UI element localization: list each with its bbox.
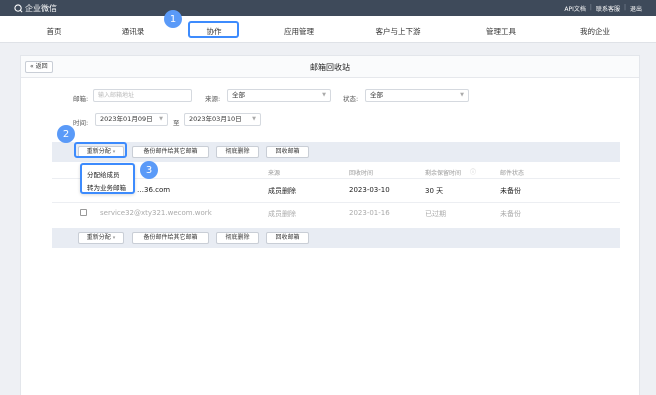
row-recycle-time: 2023-03-10 bbox=[349, 186, 390, 194]
date-from-select[interactable]: 2023年01月09日 ▼ bbox=[95, 113, 168, 126]
row-mail-status: 未备份 bbox=[500, 187, 521, 195]
contact-support-link[interactable]: 联系客服 bbox=[596, 4, 620, 13]
chevron-down-icon: ▼ bbox=[322, 92, 326, 98]
row-divider bbox=[52, 202, 620, 203]
active-tab-highlight bbox=[188, 21, 239, 38]
column-header-mail-status: 邮件状态 bbox=[500, 170, 525, 177]
status-select[interactable]: 全部 ▼ bbox=[365, 89, 469, 102]
app-logo[interactable]: 企业微信 bbox=[14, 3, 57, 14]
nav-item-my-company[interactable]: 我的企业 bbox=[580, 26, 610, 37]
chevron-down-icon: ▼ bbox=[252, 116, 256, 122]
date-to-select[interactable]: 2023年03月10日 ▼ bbox=[184, 113, 261, 126]
actions-toolbar-bottom: 重新分配 ▾ 备份邮件给其它邮箱 彻底删除 回收邮箱 bbox=[52, 228, 620, 248]
chevron-down-icon: ▼ bbox=[460, 92, 464, 98]
app-name: 企业微信 bbox=[25, 4, 57, 13]
date-from-value: 2023年01月09日 bbox=[100, 115, 153, 123]
date-to-value: 2023年03月10日 bbox=[189, 115, 242, 123]
reassign-dropdown-button[interactable]: 重新分配 ▾ bbox=[78, 232, 124, 244]
info-icon: ⓘ bbox=[470, 169, 477, 176]
nav-item-contacts[interactable]: 通讯录 bbox=[122, 26, 145, 37]
menu-item-convert-to-business-mailbox[interactable]: 转为业务邮箱 bbox=[87, 182, 126, 192]
row-source: 成员删除 bbox=[268, 210, 296, 218]
row-email: service32@xty321.wecom.work bbox=[100, 209, 212, 217]
nav-item-home[interactable]: 首页 bbox=[47, 26, 62, 37]
chevron-down-icon: ▼ bbox=[159, 116, 163, 122]
recover-mailbox-button[interactable]: 回收邮箱 bbox=[266, 146, 309, 158]
column-header-recycle-time: 回收时间 bbox=[349, 170, 374, 177]
reassign-dropdown-menu: 分配给成员 转为业务邮箱 bbox=[80, 163, 135, 194]
nav-item-customers[interactable]: 客户与上下游 bbox=[376, 26, 421, 37]
wecom-logo-icon bbox=[14, 4, 23, 13]
time-filter-label: 时间: bbox=[73, 119, 89, 127]
reassign-highlight bbox=[74, 142, 127, 158]
email-filter-label: 邮箱: bbox=[73, 95, 89, 103]
recover-mailbox-button[interactable]: 回收邮箱 bbox=[266, 232, 309, 244]
status-select-value: 全部 bbox=[370, 91, 383, 99]
column-header-remaining: 剩余保留时间 bbox=[425, 170, 462, 177]
nav-item-apps[interactable]: 应用管理 bbox=[284, 26, 314, 37]
step-badge-3: 3 bbox=[140, 161, 158, 179]
row-checkbox[interactable] bbox=[80, 209, 87, 216]
api-docs-link[interactable]: API文档 bbox=[564, 4, 586, 13]
logout-link[interactable]: 退出 bbox=[630, 4, 642, 13]
step-badge-2: 2 bbox=[57, 125, 75, 143]
recycle-bin-panel: « 返回 邮箱回收站 bbox=[20, 55, 640, 395]
top-links: API文档 | 联系客服 | 退出 bbox=[564, 4, 642, 13]
actions-toolbar-top: 重新分配 ▾ 备份邮件给其它邮箱 彻底删除 回收邮箱 bbox=[52, 142, 620, 162]
main-nav: 首页 通讯录 协作 应用管理 客户与上下游 管理工具 我的企业 bbox=[0, 16, 656, 43]
panel-header: « 返回 邮箱回收站 bbox=[21, 56, 639, 78]
backup-mail-button[interactable]: 备份邮件给其它邮箱 bbox=[132, 232, 209, 244]
source-select-value: 全部 bbox=[232, 91, 245, 99]
separator: | bbox=[623, 4, 626, 11]
reassign-label: 重新分配 bbox=[86, 234, 111, 241]
permanent-delete-button[interactable]: 彻底删除 bbox=[216, 232, 259, 244]
nav-item-management-tools[interactable]: 管理工具 bbox=[486, 26, 516, 37]
step-badge-1: 1 bbox=[164, 10, 182, 28]
top-bar: 企业微信 API文档 | 联系客服 | 退出 bbox=[0, 0, 656, 16]
menu-item-assign-to-member[interactable]: 分配给成员 bbox=[87, 169, 120, 179]
source-select[interactable]: 全部 ▼ bbox=[227, 89, 331, 102]
column-header-source: 来源 bbox=[268, 170, 281, 177]
status-filter-label: 状态: bbox=[343, 95, 359, 103]
row-mail-status: 未备份 bbox=[500, 210, 521, 218]
row-recycle-time: 2023-01-16 bbox=[349, 209, 390, 217]
header-divider bbox=[52, 178, 620, 179]
row-source: 成员删除 bbox=[268, 187, 296, 195]
row-email: …36.com bbox=[137, 186, 171, 194]
chevron-down-icon: ▾ bbox=[112, 235, 116, 241]
row-remaining: 已过期 bbox=[425, 210, 446, 218]
backup-mail-button[interactable]: 备份邮件给其它邮箱 bbox=[132, 146, 209, 158]
source-filter-label: 来源: bbox=[205, 95, 221, 103]
separator: | bbox=[589, 4, 592, 11]
row-remaining: 30 天 bbox=[425, 187, 444, 195]
permanent-delete-button[interactable]: 彻底删除 bbox=[216, 146, 259, 158]
email-search-input[interactable]: 输入邮箱地址 bbox=[93, 89, 192, 102]
date-range-separator: 至 bbox=[173, 119, 180, 127]
page-title: 邮箱回收站 bbox=[310, 63, 350, 72]
